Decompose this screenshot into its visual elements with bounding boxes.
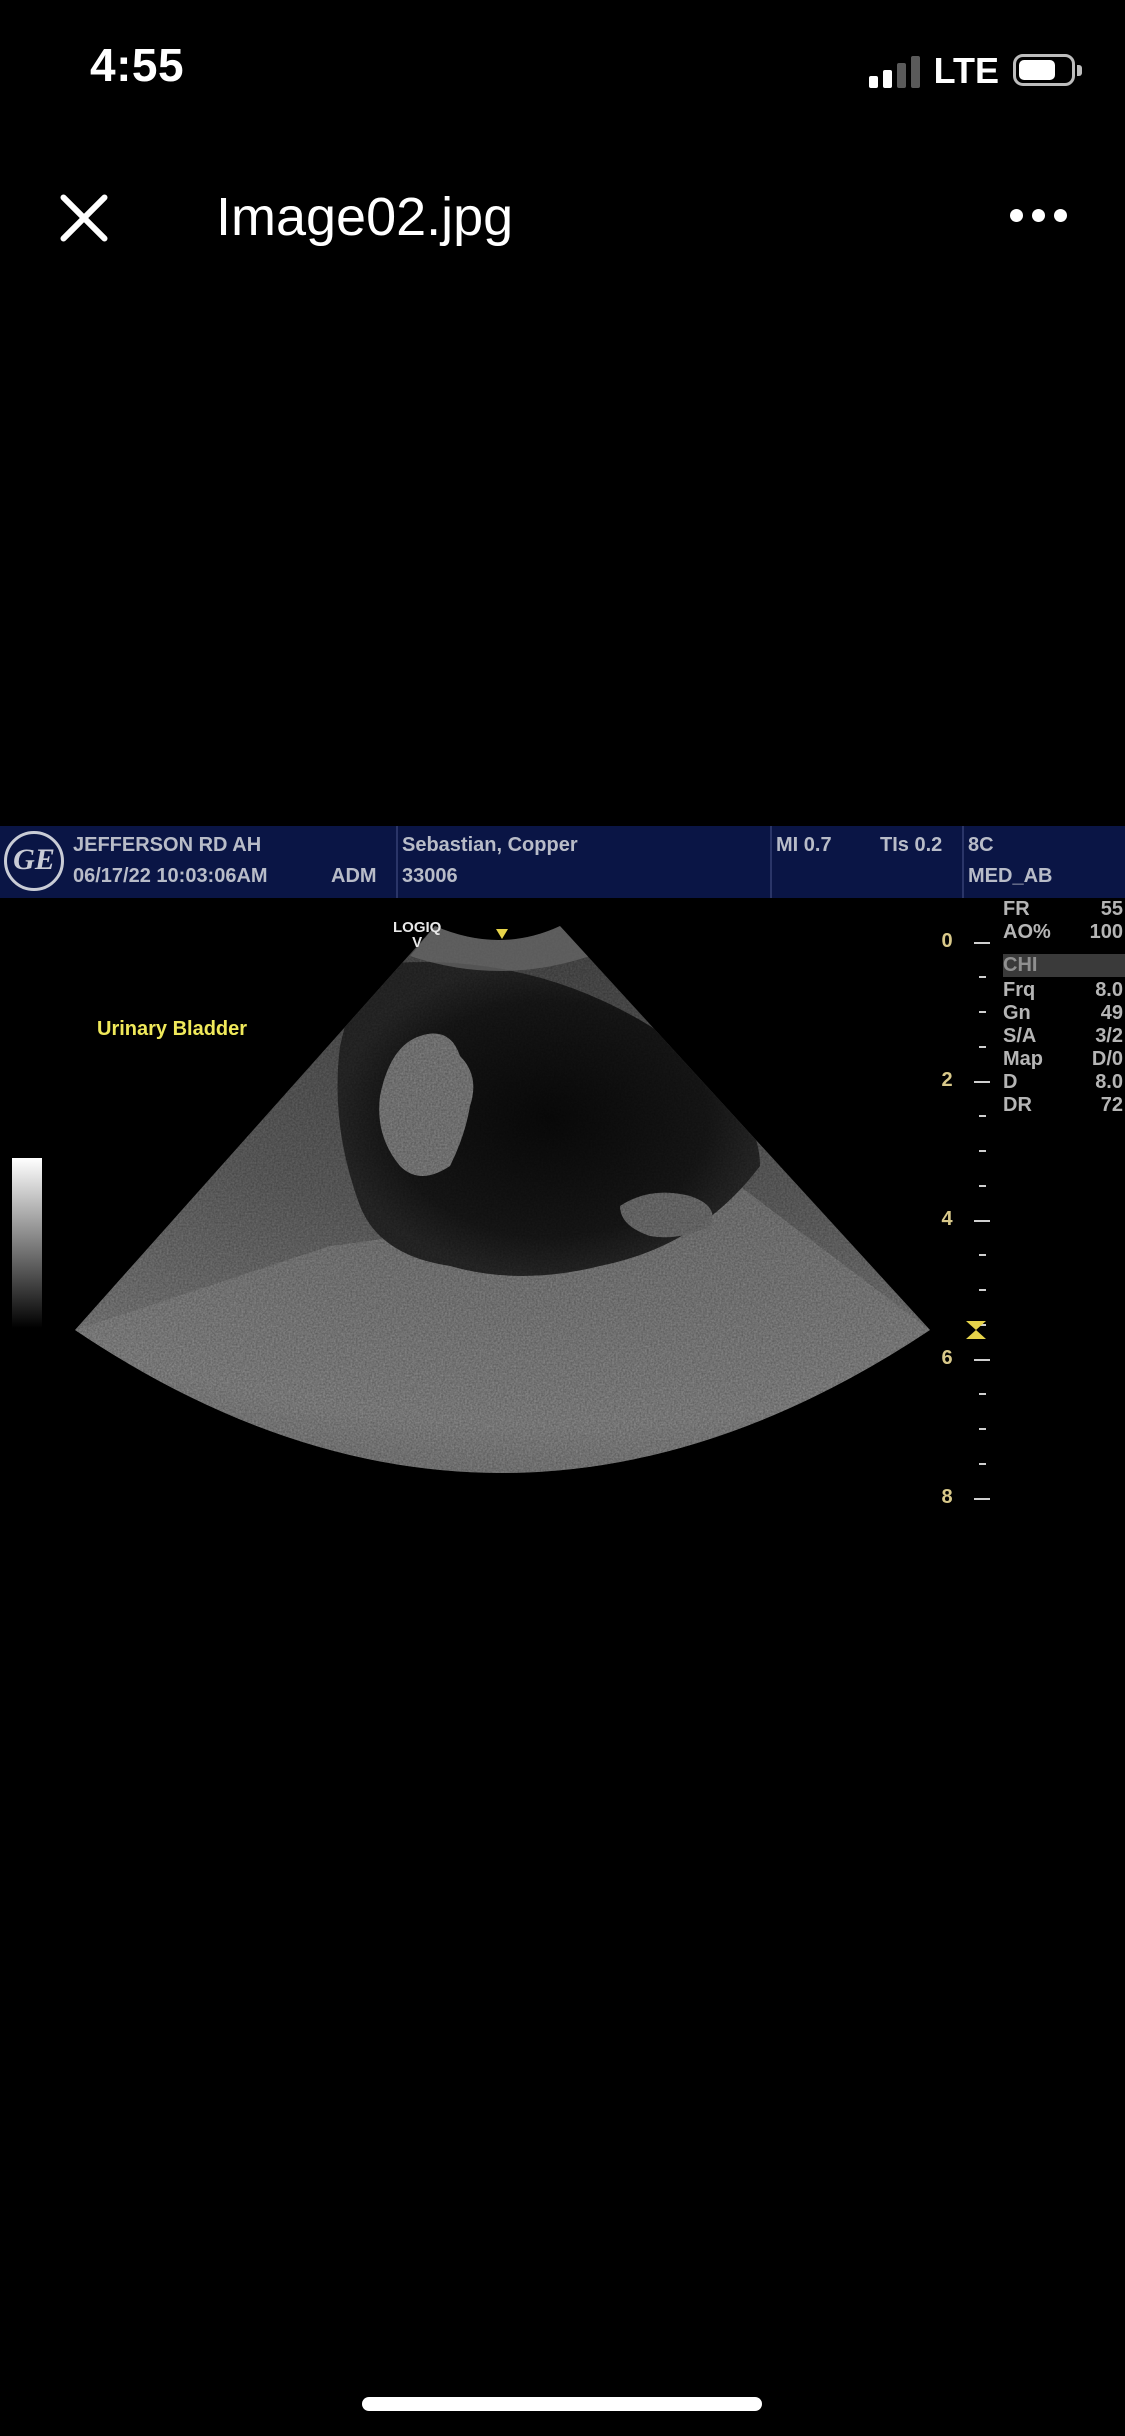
more-dot — [1010, 208, 1023, 222]
ge-logo: GE — [4, 831, 64, 891]
param-key: D — [1003, 1071, 1018, 1093]
patient-name: Sebastian, Copper — [402, 834, 578, 856]
scanner-label-line1: LOGIQ — [393, 919, 442, 936]
close-button[interactable] — [56, 190, 112, 246]
param-row: AO% 100 — [1003, 921, 1125, 944]
status-time: 4:55 — [90, 39, 185, 91]
param-row: FR 55 — [1003, 898, 1125, 921]
more-dot — [1054, 208, 1067, 222]
param-value: 100 — [1089, 921, 1123, 943]
depth-tick-major — [974, 942, 990, 944]
param-key: Frq — [1003, 979, 1036, 1001]
depth-tick-minor — [979, 1150, 986, 1152]
scanner-label: LOGIQ V — [393, 920, 441, 950]
depth-tick-major — [974, 1498, 990, 1500]
more-dot — [1032, 208, 1045, 222]
depth-tick-minor — [979, 1463, 986, 1465]
page-title: Image02.jpg — [216, 187, 514, 247]
operator-id: ADM — [331, 865, 377, 887]
site-name: JEFFERSON RD AH — [73, 834, 262, 856]
depth-tick-minor — [979, 1185, 986, 1187]
depth-tick-minor — [979, 1393, 986, 1395]
depth-label: 8 — [941, 1486, 953, 1508]
preset-name: MED_AB — [968, 865, 1053, 887]
param-row: S/A 3/2 — [1003, 1025, 1125, 1048]
depth-tick-minor — [979, 1428, 986, 1430]
depth-tick-minor — [979, 1011, 986, 1013]
patient-id: 33006 — [402, 865, 458, 887]
param-key: S/A — [1003, 1025, 1037, 1047]
param-key: Gn — [1003, 1002, 1031, 1024]
depth-tick-major — [974, 1359, 990, 1361]
focus-marker-icon — [966, 1321, 986, 1339]
param-value: 8.0 — [1095, 979, 1123, 1001]
battery-icon — [1013, 54, 1085, 88]
thermal-index: TIs 0.2 — [880, 834, 943, 856]
home-indicator[interactable] — [362, 2397, 762, 2411]
param-value: 55 — [1100, 898, 1123, 920]
param-row: Frq 8.0 — [1003, 979, 1125, 1002]
probe-name: 8C — [968, 834, 994, 856]
exam-datetime: 06/17/22 10:03:06AM — [73, 865, 268, 887]
cellular-signal-icon — [868, 54, 920, 88]
param-key: AO% — [1003, 921, 1051, 943]
more-options-button[interactable] — [1010, 198, 1070, 232]
depth-label: 2 — [941, 1069, 953, 1091]
param-value: 3/2 — [1095, 1025, 1123, 1047]
depth-tick-minor — [979, 1046, 986, 1048]
mechanical-index: MI 0.7 — [776, 834, 832, 856]
depth-tick-major — [974, 1081, 990, 1083]
depth-label: 0 — [941, 930, 953, 952]
param-value: 8.0 — [1095, 1071, 1123, 1093]
param-row: DR 72 — [1003, 1094, 1125, 1117]
scanner-label-line2: V — [412, 934, 423, 951]
param-row: Gn 49 — [1003, 1002, 1125, 1025]
probe-orientation-marker — [496, 929, 508, 939]
depth-tick-minor — [979, 1289, 986, 1291]
param-key: FR — [1003, 898, 1030, 920]
param-value: 72 — [1100, 1094, 1123, 1116]
image-viewer[interactable]: GE JEFFERSON RD AH 06/17/22 10:03:06AM A… — [0, 826, 1125, 1526]
depth-label: 4 — [941, 1208, 953, 1230]
parameter-panel: FR 55 AO% 100 CHI Frq 8.0 Gn 49 S/A 3/2 Map D/… — [1003, 898, 1125, 1117]
grayscale-bar — [12, 1158, 42, 1328]
param-key: DR — [1003, 1094, 1032, 1116]
depth-tick-minor — [979, 1115, 986, 1117]
param-key: Map — [1003, 1048, 1043, 1070]
ultrasound-header: GE JEFFERSON RD AH 06/17/22 10:03:06AM A… — [0, 826, 1125, 898]
param-row: D 8.0 — [1003, 1071, 1125, 1094]
param-value: 49 — [1100, 1002, 1123, 1024]
depth-tick-minor — [979, 1254, 986, 1256]
depth-tick-minor — [979, 976, 986, 978]
param-value: D/0 — [1091, 1048, 1123, 1070]
network-type: LTE — [933, 50, 999, 91]
depth-tick-major — [974, 1220, 990, 1222]
image-annotation: Urinary Bladder — [97, 1018, 248, 1040]
param-row: Map D/0 — [1003, 1048, 1125, 1071]
status-indicators: LTE — [868, 48, 1085, 94]
depth-label: 6 — [941, 1347, 953, 1369]
param-row: CHI — [1003, 954, 1125, 977]
param-key: CHI — [1003, 954, 1038, 976]
